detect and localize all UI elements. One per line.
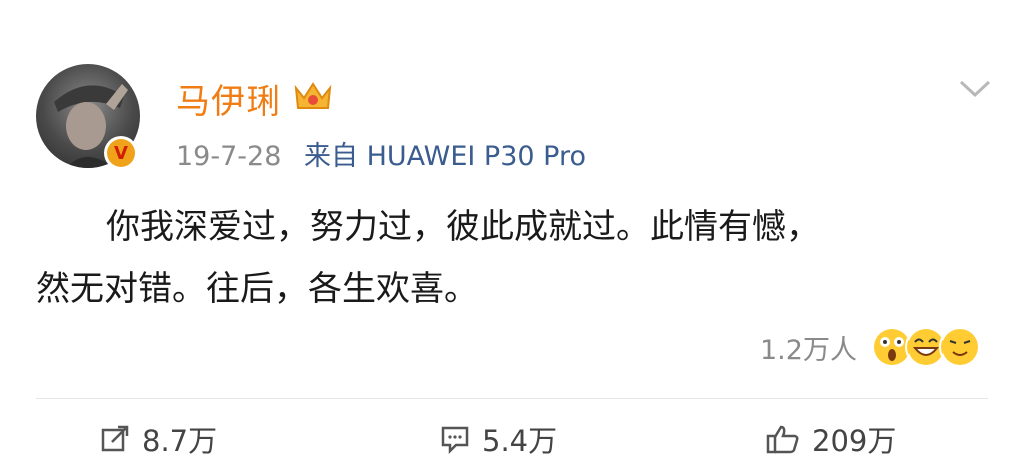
comment-count: 5.4万	[482, 424, 558, 458]
post-text-line-1: 你我深爱过，努力过，彼此成就过。此情有憾，	[106, 207, 820, 247]
like-button[interactable]: 209万	[766, 418, 896, 460]
chevron-down-icon[interactable]	[958, 78, 992, 100]
post-meta: 19-7-28 来自 HUAWEI P30 Pro	[176, 134, 586, 173]
reaction-count: 1.2万人	[760, 334, 857, 366]
repost-count: 8.7万	[142, 424, 218, 458]
crown-icon[interactable]	[292, 80, 334, 114]
comment-button[interactable]: 5.4万	[440, 418, 557, 460]
repost-icon	[101, 425, 129, 452]
like-count: 209万	[812, 424, 897, 458]
post-text: 你我深爱过，努力过，彼此成就过。此情有憾， 然无对错。往后，各生欢喜。	[36, 196, 996, 320]
repost-button[interactable]: 8.7万	[100, 418, 217, 460]
post-text-line-2: 然无对错。往后，各生欢喜。	[36, 269, 478, 309]
post-time: 19-7-28	[176, 141, 282, 172]
post-source[interactable]: 来自 HUAWEI P30 Pro	[304, 141, 586, 172]
divider	[36, 398, 988, 399]
comment-icon	[441, 426, 469, 454]
like-icon	[766, 425, 799, 454]
username[interactable]: 马伊琍	[176, 74, 281, 123]
grin-emoji-icon	[938, 326, 981, 368]
verified-icon: V	[104, 136, 138, 170]
reactions-summary[interactable]: 1.2万人	[760, 326, 981, 368]
